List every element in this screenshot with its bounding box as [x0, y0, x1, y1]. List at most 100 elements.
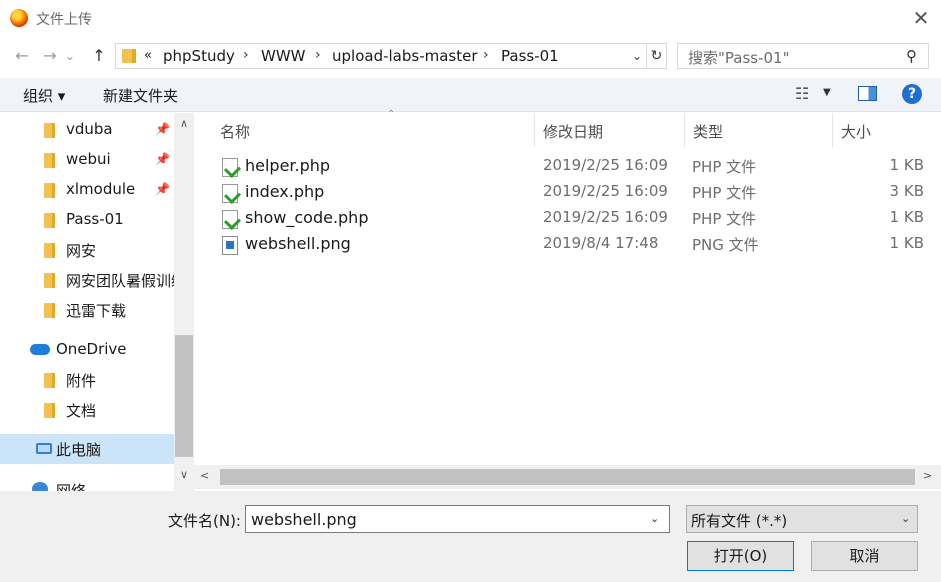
- help-icon[interactable]: ?: [902, 84, 922, 104]
- scrollbar-thumb[interactable]: [175, 335, 193, 457]
- file-modified: 2019/2/25 16:09: [543, 156, 668, 174]
- forward-button[interactable]: →: [38, 44, 62, 68]
- file-size: 1 KB: [889, 208, 924, 226]
- navigation-scrollbar[interactable]: ∧ ∨: [174, 113, 194, 491]
- file-name: index.php: [245, 182, 325, 201]
- address-dropdown[interactable]: ⌄: [628, 46, 646, 66]
- horizontal-scrollbar[interactable]: < >: [194, 465, 941, 489]
- breadcrumb-pass-01[interactable]: Pass-01: [501, 47, 559, 65]
- breadcrumb-www[interactable]: WWW: [261, 47, 306, 65]
- sidebar-item-webui[interactable]: webui 📌: [0, 145, 174, 175]
- view-options-icon[interactable]: ☷: [795, 84, 809, 103]
- sidebar-item-xunlei-downloads[interactable]: 迅雷下载: [0, 295, 174, 325]
- refresh-button[interactable]: ↻: [646, 44, 666, 68]
- file-row-show-code-php[interactable]: show_code.php 2019/2/25 16:09 PHP 文件 1 K…: [194, 205, 941, 231]
- column-header-label: 类型: [693, 123, 724, 141]
- open-button[interactable]: 打开(O): [687, 541, 794, 571]
- scroll-right-button[interactable]: >: [923, 469, 932, 482]
- folder-icon: [122, 49, 136, 63]
- breadcrumb-phpstudy[interactable]: phpStudy: [163, 47, 235, 65]
- new-folder-button[interactable]: 新建文件夹: [103, 85, 178, 106]
- folder-icon: [44, 153, 55, 168]
- sidebar-item-this-pc[interactable]: 此电脑: [0, 434, 174, 464]
- view-dropdown[interactable]: ▼: [823, 87, 831, 98]
- organize-button[interactable]: 组织 ▾: [23, 85, 65, 106]
- up-button[interactable]: ↑: [87, 44, 111, 68]
- file-modified: 2019/2/25 16:09: [543, 208, 668, 226]
- search-icon[interactable]: ⚲: [906, 47, 917, 65]
- sidebar-item-vduba[interactable]: vduba 📌: [0, 115, 174, 145]
- address-overflow[interactable]: «: [144, 48, 152, 63]
- breadcrumb-separator[interactable]: ›: [243, 47, 249, 63]
- file-row-index-php[interactable]: index.php 2019/2/25 16:09 PHP 文件 3 KB: [194, 179, 941, 205]
- file-type-dropdown[interactable]: ⌄: [901, 512, 910, 525]
- pin-icon: 📌: [155, 152, 170, 166]
- folder-icon: [44, 213, 55, 228]
- filename-label: 文件名(N):: [168, 512, 241, 530]
- column-header-size[interactable]: 大小: [833, 113, 941, 147]
- column-header-label: 名称: [220, 123, 251, 141]
- sidebar-item-label: 迅雷下载: [66, 302, 127, 320]
- navigation-pane[interactable]: vduba 📌 webui 📌 xlmodule 📌 Pass-01 网安 网安…: [0, 113, 194, 491]
- sidebar-item-wangan[interactable]: 网安: [0, 235, 174, 265]
- php-file-icon: [222, 158, 238, 177]
- scroll-down-button[interactable]: ∨: [174, 468, 194, 481]
- file-list[interactable]: 名称 ⌃ 修改日期 类型 大小 helper.php 2019/2/25 16:…: [194, 109, 941, 491]
- sidebar-item-label: xlmodule: [66, 180, 136, 198]
- sort-ascending-icon: ⌃: [387, 109, 396, 120]
- folder-icon: [44, 183, 55, 198]
- folder-icon: [44, 303, 55, 318]
- scroll-left-button[interactable]: <: [200, 469, 209, 482]
- window-title: 文件上传: [36, 12, 92, 28]
- preview-pane-icon[interactable]: [858, 86, 877, 101]
- sidebar-item-wangan-team[interactable]: 网安团队暑假训练: [0, 265, 174, 295]
- cancel-button[interactable]: 取消: [811, 541, 918, 571]
- sidebar-item-label: 附件: [66, 372, 97, 390]
- sidebar-item-attachments[interactable]: 附件: [0, 365, 174, 395]
- filename-value[interactable]: webshell.png: [251, 510, 357, 529]
- folder-icon: [44, 403, 55, 418]
- sidebar-item-label: 网络: [56, 482, 87, 491]
- file-type-select[interactable]: 所有文件 (*.*) ⌄: [686, 505, 918, 533]
- column-header-type[interactable]: 类型: [685, 113, 833, 147]
- search-input[interactable]: 搜索"Pass-01": [688, 47, 790, 68]
- breadcrumb-separator[interactable]: ›: [315, 47, 321, 63]
- column-header-modified[interactable]: 修改日期: [535, 113, 685, 147]
- sidebar-item-label: 网安团队暑假训练: [66, 272, 174, 290]
- recent-locations-dropdown[interactable]: ⌄: [62, 44, 78, 68]
- firefox-icon: [10, 9, 28, 27]
- pin-icon: 📌: [155, 182, 170, 196]
- folder-icon: [44, 123, 55, 138]
- file-row-webshell-png[interactable]: webshell.png 2019/8/4 17:48 PNG 文件 1 KB: [194, 231, 941, 257]
- file-type: PNG 文件: [692, 236, 759, 254]
- column-header-label: 修改日期: [543, 123, 604, 141]
- column-header-name[interactable]: 名称 ⌃: [212, 109, 535, 147]
- back-button[interactable]: ←: [10, 44, 34, 68]
- folder-icon: [44, 273, 55, 288]
- sidebar-item-onedrive[interactable]: OneDrive: [0, 335, 174, 365]
- scrollbar-thumb[interactable]: [220, 469, 915, 485]
- sidebar-item-label: vduba: [66, 120, 113, 138]
- filename-dropdown[interactable]: ⌄: [650, 512, 659, 525]
- file-type: PHP 文件: [692, 158, 757, 176]
- sidebar-item-documents[interactable]: 文档: [0, 395, 174, 425]
- close-button[interactable]: ✕: [906, 5, 936, 31]
- column-header-label: 大小: [841, 123, 872, 141]
- search-box[interactable]: 搜索"Pass-01" ⚲: [677, 43, 929, 69]
- filename-input[interactable]: webshell.png ⌄: [245, 505, 670, 533]
- scroll-up-button[interactable]: ∧: [174, 117, 194, 130]
- folder-icon: [44, 243, 55, 258]
- address-bar[interactable]: « phpStudy › WWW › upload-labs-master › …: [115, 43, 667, 69]
- breadcrumb-upload-labs-master[interactable]: upload-labs-master: [332, 47, 478, 65]
- sidebar-item-pass-01[interactable]: Pass-01: [0, 205, 174, 235]
- sidebar-item-xlmodule[interactable]: xlmodule 📌: [0, 175, 174, 205]
- breadcrumb-separator[interactable]: ›: [483, 47, 489, 63]
- file-modified: 2019/8/4 17:48: [543, 234, 659, 252]
- file-row-helper-php[interactable]: helper.php 2019/2/25 16:09 PHP 文件 1 KB: [194, 153, 941, 179]
- file-size: 3 KB: [889, 182, 924, 200]
- onedrive-cloud-icon: [30, 344, 50, 355]
- file-size: 1 KB: [889, 234, 924, 252]
- php-file-icon: [222, 210, 238, 229]
- sidebar-item-network[interactable]: 网络: [0, 475, 174, 491]
- folder-icon: [44, 373, 55, 388]
